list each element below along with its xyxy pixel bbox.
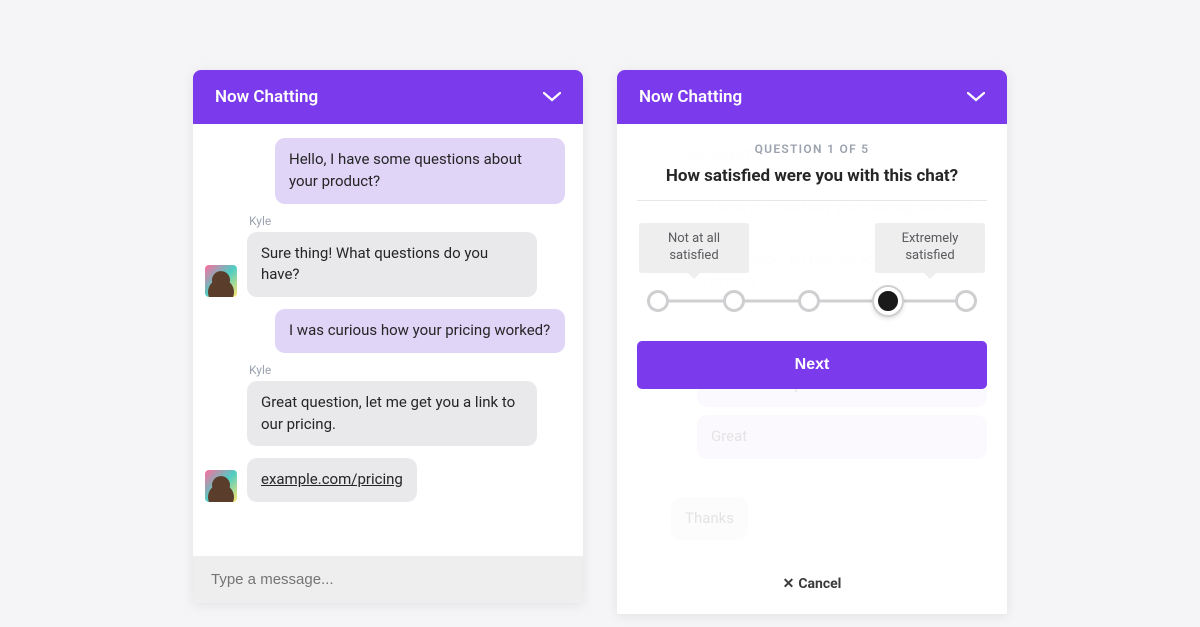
rating-scale	[647, 287, 977, 315]
agent-message-link[interactable]: example.com/pricing	[247, 458, 417, 502]
survey-body: you have? I was curious how your pricing…	[617, 124, 1007, 614]
chat-header-title: Now Chatting	[215, 87, 318, 107]
user-message: Hello, I have some questions about your …	[275, 138, 565, 204]
agent-message: Great question, let me get you a link to…	[247, 381, 537, 447]
chat-widget-conversation: Now Chatting Hello, I have some question…	[193, 70, 583, 603]
cancel-button[interactable]: ✕Cancel	[617, 576, 1007, 592]
avatar	[205, 265, 237, 297]
agent-name-label: Kyle	[249, 214, 571, 228]
question-counter: QUESTION 1 OF 5	[637, 142, 987, 156]
survey-card: QUESTION 1 OF 5 How satisfied were you w…	[617, 124, 1007, 389]
rating-option-3[interactable]	[798, 290, 820, 312]
chat-header: Now Chatting	[617, 70, 1007, 124]
close-icon: ✕	[783, 576, 795, 592]
rating-option-5[interactable]	[955, 290, 977, 312]
rating-option-4[interactable]	[874, 287, 902, 315]
chat-widget-survey: Now Chatting you have? I was curious how…	[617, 70, 1007, 614]
message-input[interactable]	[193, 556, 583, 603]
next-button[interactable]: Next	[637, 341, 987, 389]
avatar	[205, 470, 237, 502]
agent-name-label: Kyle	[249, 363, 571, 377]
question-text: How satisfied were you with this chat?	[637, 166, 987, 186]
divider	[637, 200, 987, 201]
agent-message: Sure thing! What questions do you have?	[247, 232, 537, 298]
chevron-down-icon[interactable]	[543, 92, 561, 102]
scale-label-low: Not at all satisfied	[639, 223, 749, 273]
chat-message-list: Hello, I have some questions about your …	[193, 124, 583, 556]
user-message: I was curious how your pricing worked?	[275, 309, 565, 353]
rating-option-1[interactable]	[647, 290, 669, 312]
chat-header: Now Chatting	[193, 70, 583, 124]
rating-option-2[interactable]	[723, 290, 745, 312]
chat-header-title: Now Chatting	[639, 87, 742, 107]
scale-label-high: Extremely satisfied	[875, 223, 985, 273]
chevron-down-icon[interactable]	[967, 92, 985, 102]
